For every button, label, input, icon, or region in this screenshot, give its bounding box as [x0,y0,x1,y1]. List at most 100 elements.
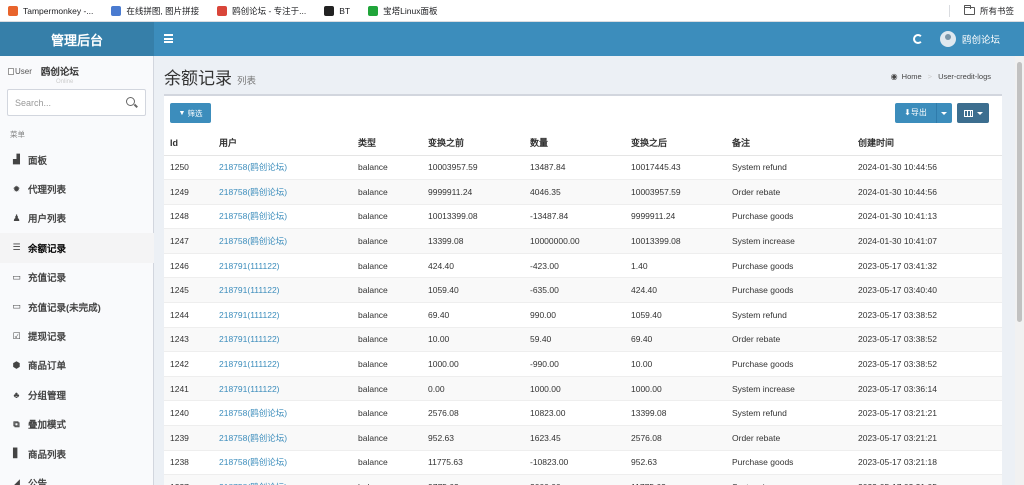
table-cell: 1000.00 [524,376,625,402]
user-link[interactable]: 218791(111122) [213,376,352,402]
sidebar-item[interactable]: ⧉ 叠加模式 [0,410,154,439]
table-cell: 1237 [164,474,213,485]
user-link[interactable]: 218758(鸥创论坛) [213,179,352,205]
user-link[interactable]: 218791(111122) [213,253,352,279]
bookmark-item[interactable]: 鸥创论坛 - 专注于... [217,5,306,17]
table-cell: balance [352,450,422,476]
users-icon: ♣ [13,389,20,400]
columns-button[interactable] [957,103,989,123]
filter-button[interactable]: ▼ 筛选 [170,103,211,123]
sidebar-item-label: 充值记录(未完成) [28,302,101,314]
sidebar-item[interactable]: ⬢ 商品订单 [0,351,154,380]
header-user-menu[interactable]: 鸥创论坛 [940,22,1000,56]
check-square-icon: ☑ [12,330,21,341]
app-logo[interactable]: 管理后台 [0,22,154,56]
column-header[interactable]: 类型 [352,131,422,156]
sidebar-item[interactable]: ♟ 用户列表 [0,204,154,233]
table-row: 1244 218791(111122) balance 69.40 990.00 1059… [164,302,1002,328]
column-header[interactable]: 创建时间 [852,131,1002,156]
table-cell: balance [352,400,422,427]
table-cell: balance [352,302,422,328]
settings-icon: ✹ [12,183,21,194]
user-link[interactable]: 218758(鸥创论坛) [213,400,352,427]
sidebar-item[interactable]: ♣ 分组管理 [0,380,154,409]
page-scrollbar[interactable] [1015,56,1024,485]
user-link[interactable]: 218791(111122) [213,302,352,328]
sidebar-item-label: 用户列表 [28,214,67,226]
table-cell: balance [352,474,422,485]
card-outline-icon: ▭ [12,301,21,312]
user-link[interactable]: 218758(鸥创论坛) [213,474,352,485]
user-link[interactable]: 218758(鸥创论坛) [213,155,352,181]
sidebar-item[interactable]: ▭ 充值记录(未完成) [0,292,154,321]
bookmark-favicon-icon [8,5,18,16]
sidebar-item[interactable]: ☑ 提现记录 [0,321,154,350]
search-input[interactable] [8,97,118,108]
table-cell: 2024-01-30 10:41:13 [852,204,1002,230]
table-cell: 2023-05-17 03:21:05 [852,474,1002,485]
bookmark-label: 鸥创论坛 - 专注于... [232,5,307,16]
chevron-down-icon[interactable] [941,111,947,115]
column-header[interactable]: 变换之后 [625,131,726,156]
sidebar-item[interactable]: ☰ 余额记录 [0,233,154,263]
bookmark-item[interactable]: 宝塔Linux面板 [368,5,437,17]
search-icon[interactable] [126,97,135,106]
table-cell: balance [352,228,422,254]
user-link[interactable]: 218758(鸥创论坛) [213,450,352,476]
column-header[interactable]: Id [164,131,213,156]
sidebar-item[interactable]: ▭ 充值记录 [0,263,154,292]
table-cell: -13487.84 [524,204,625,230]
refresh-icon[interactable] [913,34,923,44]
table-cell: balance [352,277,422,304]
table-cell: 952.63 [625,450,726,476]
export-button[interactable]: ⬇导出 [895,103,952,123]
sidebar-item-label: 余额记录 [28,243,67,255]
table-cell: balance [352,327,422,353]
page-subtitle: 列表 [237,76,257,87]
table-cell: 2023-05-17 03:36:14 [852,376,1002,402]
breadcrumb-home[interactable]: Home [902,72,922,81]
table-cell: 9999911.24 [625,204,726,230]
table-cell: -10823.00 [524,450,625,476]
table-cell: 1246 [164,253,213,279]
table-cell: balance [352,204,422,230]
table-cell: 2023-05-17 03:21:21 [852,400,1002,427]
bullhorn-icon: ◢ [13,477,20,485]
list-icon: ☰ [12,242,21,253]
sidebar-item-label: 公告 [28,478,48,485]
table-cell: System increase [726,376,852,402]
table-cell: 1249 [164,179,213,205]
bookmark-item[interactable]: BT [324,5,350,16]
scrollbar-thumb[interactable] [1017,62,1022,322]
all-bookmarks-button[interactable]: 所有书签 [963,0,1014,22]
user-link[interactable]: 218791(111122) [213,351,352,377]
table-cell: 1059.40 [422,277,524,304]
user-link[interactable]: 218758(鸥创论坛) [213,204,352,230]
column-header[interactable]: 数量 [524,131,625,156]
user-link[interactable]: 218758(鸥创论坛) [213,228,352,254]
bookmark-favicon-icon [111,5,122,16]
sidebar-item-label: 面板 [28,155,48,167]
user-link[interactable]: 218791(111122) [213,277,352,304]
table-cell: -990.00 [524,351,625,377]
column-header[interactable]: 变换之前 [422,131,524,156]
sidebar-item[interactable]: ◢ 公告 [0,468,154,485]
column-header[interactable]: 备注 [726,131,852,156]
download-icon: ⬇ [904,108,911,117]
bookmark-item[interactable]: 在线拼图, 图片拼接 [111,5,199,17]
user-link[interactable]: 218758(鸥创论坛) [213,425,352,451]
sidebar-item[interactable]: ▋ 商品列表 [0,439,154,468]
table-cell: 4046.35 [524,179,625,205]
sidebar-item[interactable]: ✹ 代理列表 [0,174,154,203]
sidebar-item[interactable]: ▟ 面板 [0,145,154,174]
all-bookmarks-label: 所有书签 [979,6,1014,16]
bookmark-label: 宝塔Linux面板 [383,5,438,16]
user-link[interactable]: 218791(111122) [213,327,352,353]
table-cell: 2024-01-30 10:44:56 [852,179,1002,205]
table-cell: Purchase goods [726,351,852,377]
column-header[interactable]: 用户 [213,131,352,156]
bookmark-favicon-icon [324,5,335,16]
bookmark-item[interactable]: Tampermonkey -... [8,5,93,16]
table-cell: 2023-05-17 03:38:52 [852,327,1002,353]
sidebar-toggle-icon[interactable] [164,34,173,43]
